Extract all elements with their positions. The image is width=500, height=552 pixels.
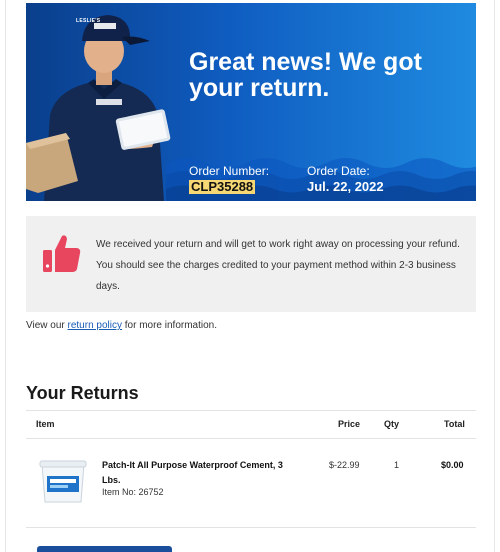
email-page: LESLIE'S Great news! We got your return.… xyxy=(0,0,500,552)
column-header-total: Total xyxy=(444,419,465,429)
product-bucket-icon[interactable] xyxy=(36,458,90,504)
product-price: $-22.99 xyxy=(329,460,360,470)
email-frame-border-left xyxy=(5,0,6,552)
return-policy-link[interactable]: return policy xyxy=(68,320,122,331)
return-notice-box: We received your return and will get to … xyxy=(26,216,476,312)
policy-prefix: View our xyxy=(26,320,65,331)
column-header-qty: Qty xyxy=(384,419,400,429)
policy-suffix: for more information. xyxy=(124,320,218,331)
table-bottom-rule xyxy=(26,527,476,528)
order-number-value: CLP35288 xyxy=(189,179,256,194)
employee-photo xyxy=(26,15,171,201)
column-header-price: Price xyxy=(338,419,361,429)
product-name[interactable]: Patch-It All Purpose Waterproof Cement, … xyxy=(102,458,302,488)
hero-headline: Great news! We got your return. xyxy=(189,48,422,102)
order-date-value: Jul. 22, 2022 xyxy=(307,179,384,194)
order-number-block: Order Number: CLP35288 xyxy=(189,165,269,196)
order-date-label: Order Date: xyxy=(307,164,370,178)
bottom-action-button[interactable] xyxy=(37,546,172,552)
returns-section-title: Your Returns xyxy=(26,383,139,403)
order-date-block: Order Date: Jul. 22, 2022 xyxy=(307,164,384,195)
product-total: $0.00 xyxy=(441,460,464,470)
leslies-logo: LESLIE'S xyxy=(76,18,101,24)
hero-banner: LESLIE'S Great news! We got your return.… xyxy=(26,3,476,201)
column-header-item: Item xyxy=(36,419,55,429)
table-header-rule xyxy=(26,438,476,439)
product-qty: 1 xyxy=(394,460,400,470)
thumbs-up-icon xyxy=(43,235,81,272)
email-frame-border-right xyxy=(494,0,495,552)
order-number-label: Order Number: xyxy=(189,164,270,178)
table-top-rule xyxy=(26,410,476,411)
product-item-number: Item No: 26752 xyxy=(102,487,164,497)
return-policy-line: View our return policy for more informat… xyxy=(26,320,217,332)
return-notice-text: We received your return and will get to … xyxy=(96,239,460,292)
